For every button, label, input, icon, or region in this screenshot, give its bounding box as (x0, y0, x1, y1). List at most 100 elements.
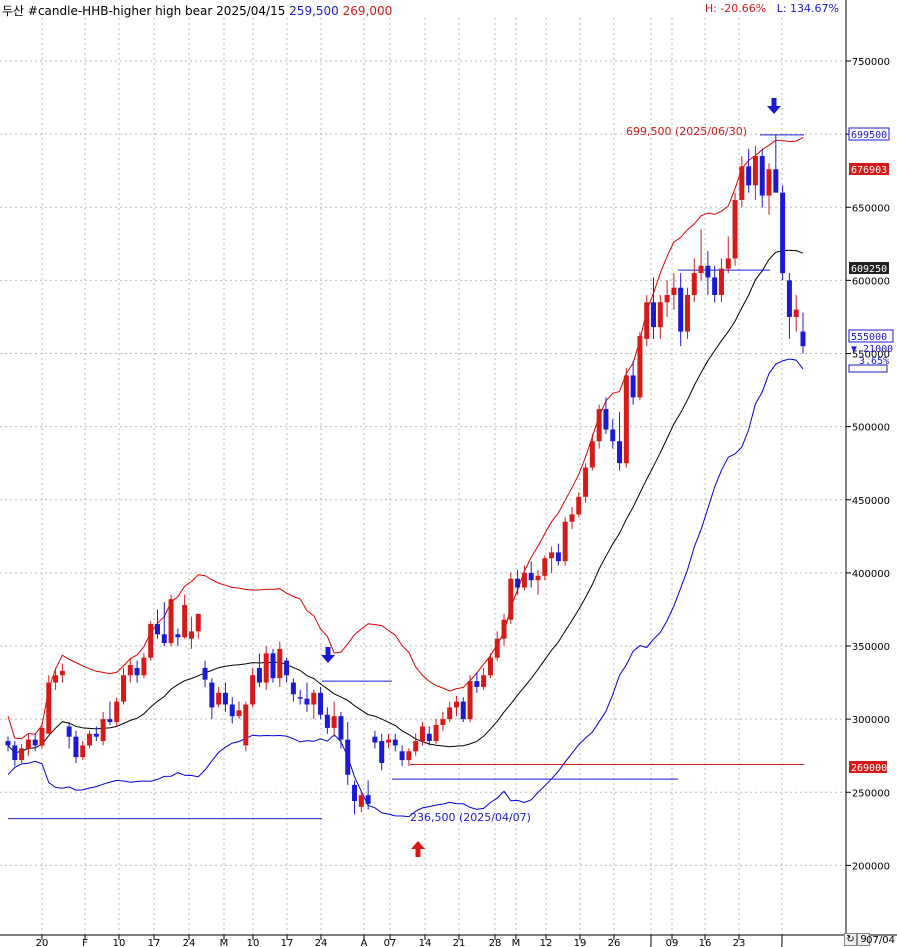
candle-body (270, 653, 276, 679)
candle-body (698, 265, 704, 274)
candle-body (202, 667, 208, 680)
badge-high: 699500 (851, 130, 887, 141)
candle-body (725, 258, 731, 269)
x-tick-label: 23 (733, 938, 746, 947)
candle-body (732, 199, 738, 259)
candle-body (352, 784, 358, 802)
candle-body (596, 409, 602, 442)
candle-body (555, 552, 561, 562)
candle-body (216, 692, 222, 705)
candle-body (311, 692, 317, 705)
candle-body (168, 599, 174, 644)
candle-body (664, 295, 670, 303)
candle-body (121, 675, 127, 702)
candle-body (603, 409, 609, 430)
x-tick-label: 07 (384, 938, 397, 947)
candle-body (508, 578, 514, 620)
candle-body (365, 795, 371, 804)
candle-body (569, 514, 575, 522)
candle-body (671, 287, 677, 295)
candle-body (154, 624, 160, 635)
candle-body (406, 751, 412, 761)
candle-body (426, 733, 432, 742)
candlestick-chart: 7500007000006500006000005500005000004500… (0, 0, 897, 947)
x-tick-label: M (220, 938, 229, 947)
candle-body (589, 441, 595, 468)
x-tick-label: 28 (489, 938, 502, 947)
x-tick-label: 24 (183, 938, 196, 947)
chart-header: 두산 #candle-HHB-higher high bear 2025/04/… (2, 2, 392, 19)
candle-body (195, 613, 201, 632)
candle-body (222, 692, 228, 705)
chart-title: 두산 #candle-HHB-higher high bear (2, 4, 213, 18)
candle-body (623, 375, 629, 464)
candle-body (358, 795, 364, 807)
x-tick-label: 12 (540, 938, 553, 947)
candle-body (617, 441, 623, 464)
x-tick-label: 17 (148, 938, 161, 947)
hl-stats: H: -20.66% L: 134.67% (705, 2, 839, 15)
header-high: 269,000 (342, 4, 393, 18)
candle-body (515, 578, 521, 588)
chart-date: 2025/04/15 (216, 4, 286, 18)
candle-body (542, 558, 548, 576)
candle-body (148, 624, 154, 658)
candle-body (175, 634, 181, 638)
candle-body (474, 681, 480, 687)
candle-body (766, 169, 772, 196)
y-tick-label: 650000 (852, 203, 890, 214)
candle-body (379, 741, 385, 763)
candle-body (657, 302, 663, 328)
candle-body (182, 605, 188, 638)
candle-body (141, 657, 147, 676)
candle-body (318, 692, 324, 715)
candle-body (331, 716, 337, 728)
candle-body (576, 496, 582, 515)
candle-body (528, 572, 534, 581)
candle-body (535, 575, 541, 581)
x-tick-label: 10 (247, 938, 260, 947)
footer-date: 07/04 (866, 935, 895, 946)
candle-body (392, 739, 398, 746)
candle-body (467, 681, 473, 720)
candle-body (338, 716, 344, 740)
x-tick-label: 09 (666, 938, 679, 947)
candle-body (256, 667, 262, 683)
candle-body (793, 309, 799, 317)
candle-body (25, 739, 31, 749)
y-tick-label: 350000 (852, 642, 890, 653)
candle-body (127, 665, 133, 676)
candle-body (780, 192, 786, 274)
candle-body (73, 736, 79, 758)
candle-body (243, 704, 249, 746)
x-tick-label: 21 (453, 938, 466, 947)
candle-body (304, 698, 310, 705)
candle-body (12, 745, 18, 761)
candle-body (236, 710, 242, 717)
candle-body (630, 375, 636, 398)
candle-body (277, 648, 283, 679)
l-stat: L: 134.67% (776, 2, 839, 15)
candle-body (39, 727, 45, 746)
candle-body (583, 467, 589, 497)
candle-body (419, 726, 425, 742)
refresh-icon[interactable]: ↻ (844, 933, 857, 946)
badge-change: ▼ 21000 (851, 344, 893, 355)
y-tick-label: 200000 (852, 861, 890, 872)
candle-body (19, 748, 25, 761)
x-tick-label: 14 (419, 938, 432, 947)
candle-body (501, 619, 507, 639)
candle-body (59, 670, 65, 676)
candle-body (610, 429, 616, 442)
candle-body (93, 733, 99, 737)
candle-body (718, 268, 724, 295)
x-tick-label: M (512, 938, 521, 947)
candle-body (345, 739, 351, 775)
candle-body (773, 169, 779, 193)
candle-body (712, 277, 718, 295)
candle-body (324, 714, 330, 728)
candle-body (87, 733, 93, 746)
candle-body (413, 741, 419, 752)
x-tick-label: 16 (699, 938, 712, 947)
candle-body (188, 631, 194, 639)
